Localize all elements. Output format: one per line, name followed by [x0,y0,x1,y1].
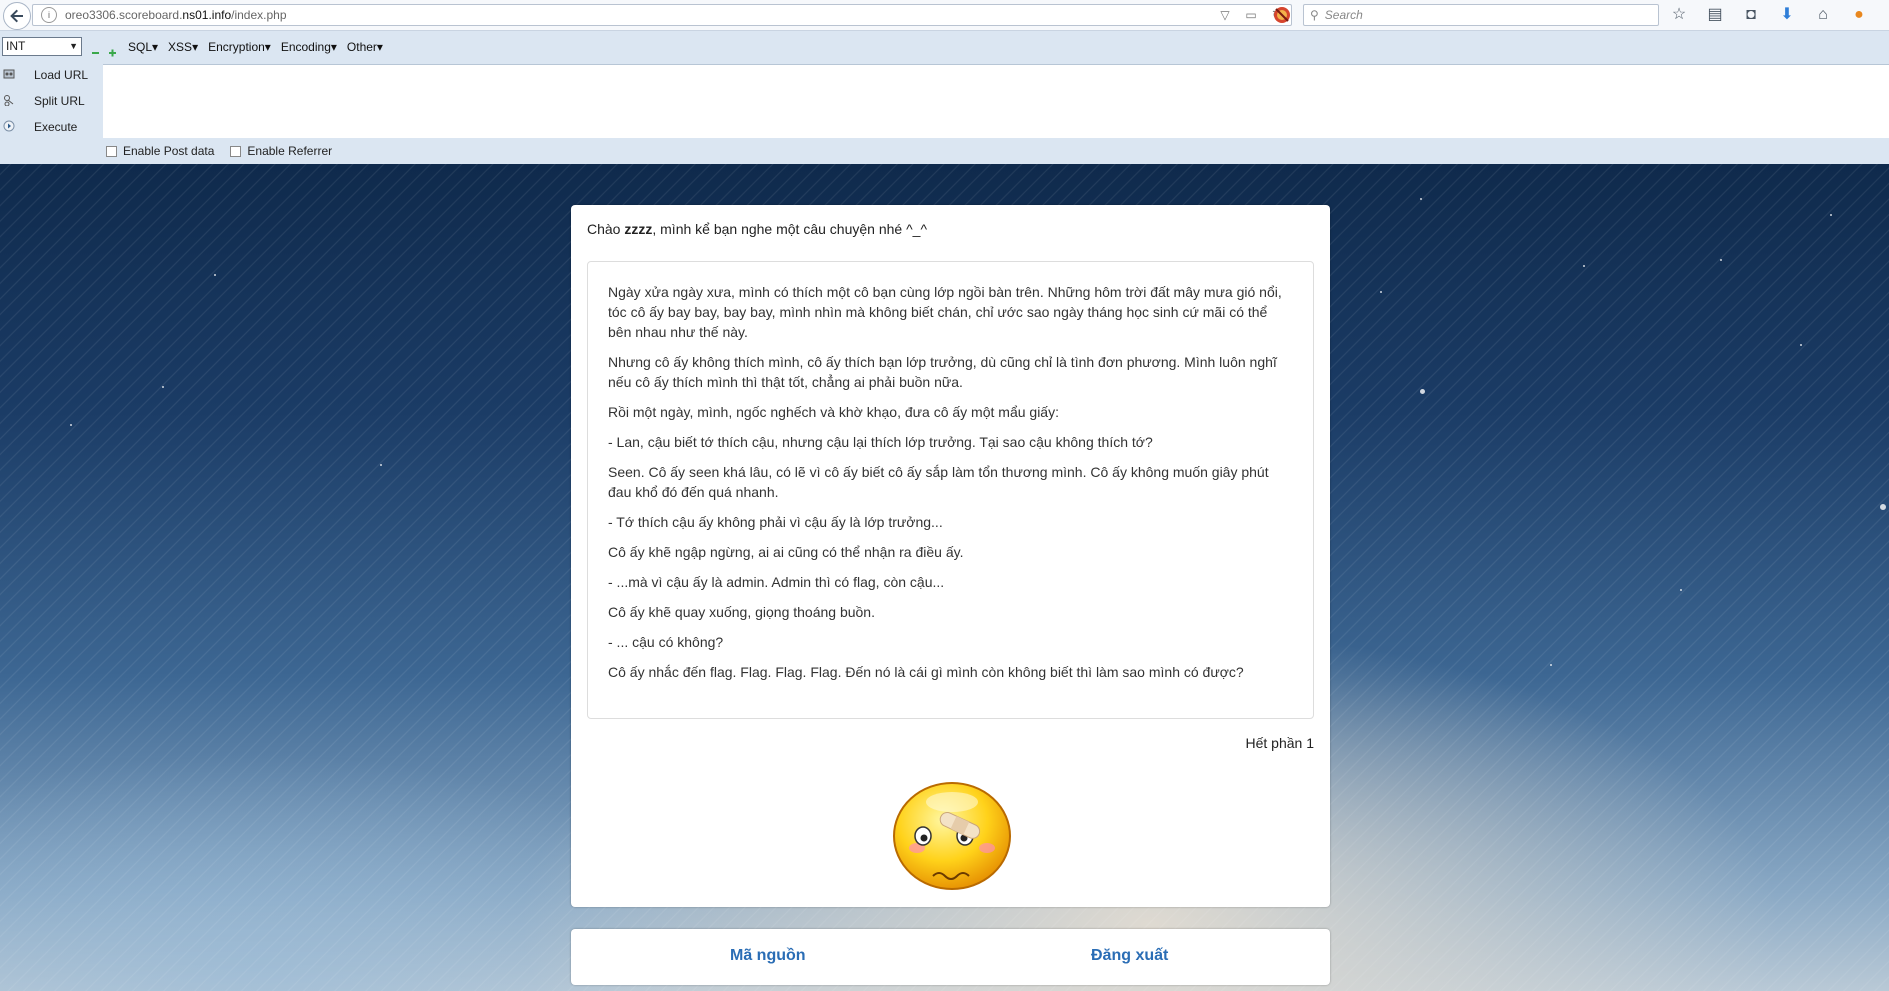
story-paragraph: - Tớ thích cậu ấy không phải vì cậu ấy l… [608,514,943,530]
back-arrow-icon [10,9,23,23]
search-icon: ⚲ [1310,8,1319,22]
menu-other[interactable]: Other▾ [347,40,383,54]
pocket-icon[interactable]: ◘ [1740,5,1762,25]
source-code-link[interactable]: Mã nguồn [730,947,806,965]
menu-encoding[interactable]: Encoding▾ [281,40,337,54]
execute-icon [3,120,15,132]
browser-navbar: i oreo3306.scoreboard.ns01.info/index.ph… [0,0,1889,31]
logout-link[interactable]: Đăng xuất [1091,947,1168,965]
search-input[interactable]: ⚲ Search [1303,4,1659,26]
home-icon[interactable]: ⌂ [1812,5,1834,25]
reader-view-icon[interactable]: ▭ [1243,8,1259,22]
menu-xss[interactable]: XSS▾ [168,40,198,54]
enable-post-checkbox[interactable]: Enable Post data [106,144,214,158]
story-paragraph: Seen. Cô ấy seen khá lâu, có lẽ vì cô ấy… [608,464,1269,500]
story-paragraph: Cô ấy khẽ quay xuống, giọng thoáng buồn. [608,604,875,620]
story-paragraph: Rồi một ngày, mình, ngốc nghếch và khờ k… [608,404,1059,420]
back-button[interactable] [3,2,31,30]
download-icon[interactable]: ⬇ [1776,5,1798,25]
enable-referrer-checkbox[interactable]: Enable Referrer [230,144,332,158]
url-bar[interactable]: i oreo3306.scoreboard.ns01.info/index.ph… [32,4,1292,26]
bookmark-star-icon[interactable]: ☆ [1668,5,1690,25]
load-url-button[interactable]: Load URL [0,65,103,87]
hackbar-type-select[interactable]: INT ▼ [2,37,82,56]
end-of-part-label: Hết phần 1 [1245,735,1315,751]
story-paragraph: - ...mà vì cậu ấy là admin. Admin thì có… [608,574,945,590]
greeting: Chào zzzz, mình kể bạn nghe một câu chuy… [587,221,928,237]
sad-bandaged-emoji-icon [893,782,1011,890]
execute-button[interactable]: Execute [0,117,103,139]
story-box: Ngày xửa ngày xưa, mình có thích một cô … [587,261,1314,719]
load-url-icon [3,69,15,79]
firebug-icon[interactable]: ● [1848,5,1870,25]
story-paragraph: Ngày xửa ngày xưa, mình có thích một cô … [608,284,1282,340]
story-paragraph: Cô ấy nhắc đến flag. Flag. Flag. Flag. Đ… [608,664,1244,680]
hackbar-url-textarea[interactable] [103,64,1889,138]
dropdown-history-icon[interactable]: ▽ [1217,8,1233,22]
hackbar: INT ▼ SQL▾ XSS▾ Encryption▾ Encoding▾ Oth… [0,31,1889,164]
menu-encryption[interactable]: Encryption▾ [208,40,271,54]
footer-card: Mã nguồn Đăng xuất [571,929,1330,985]
story-paragraph: - Lan, cậu biết tớ thích cậu, nhưng cậu … [608,434,1153,450]
hackbar-arrows[interactable] [92,45,118,60]
url-text: oreo3306.scoreboard.ns01.info/index.php [65,8,287,22]
noscript-icon[interactable] [1272,5,1292,25]
story-paragraph: - ... cậu có không? [608,634,724,650]
bookmarks-list-icon[interactable]: ▤ [1704,5,1726,25]
menu-sql[interactable]: SQL▾ [128,40,158,54]
info-icon[interactable]: i [41,7,57,23]
story-paragraph: Nhưng cô ấy không thích mình, cô ấy thíc… [608,354,1277,390]
split-url-icon [4,95,14,106]
story-paragraph: Cô ấy khẽ ngập ngừng, ai ai cũng có thể … [608,544,964,560]
story-card: Chào zzzz, mình kể bạn nghe một câu chuy… [571,205,1330,907]
split-url-button[interactable]: Split URL [0,91,103,113]
